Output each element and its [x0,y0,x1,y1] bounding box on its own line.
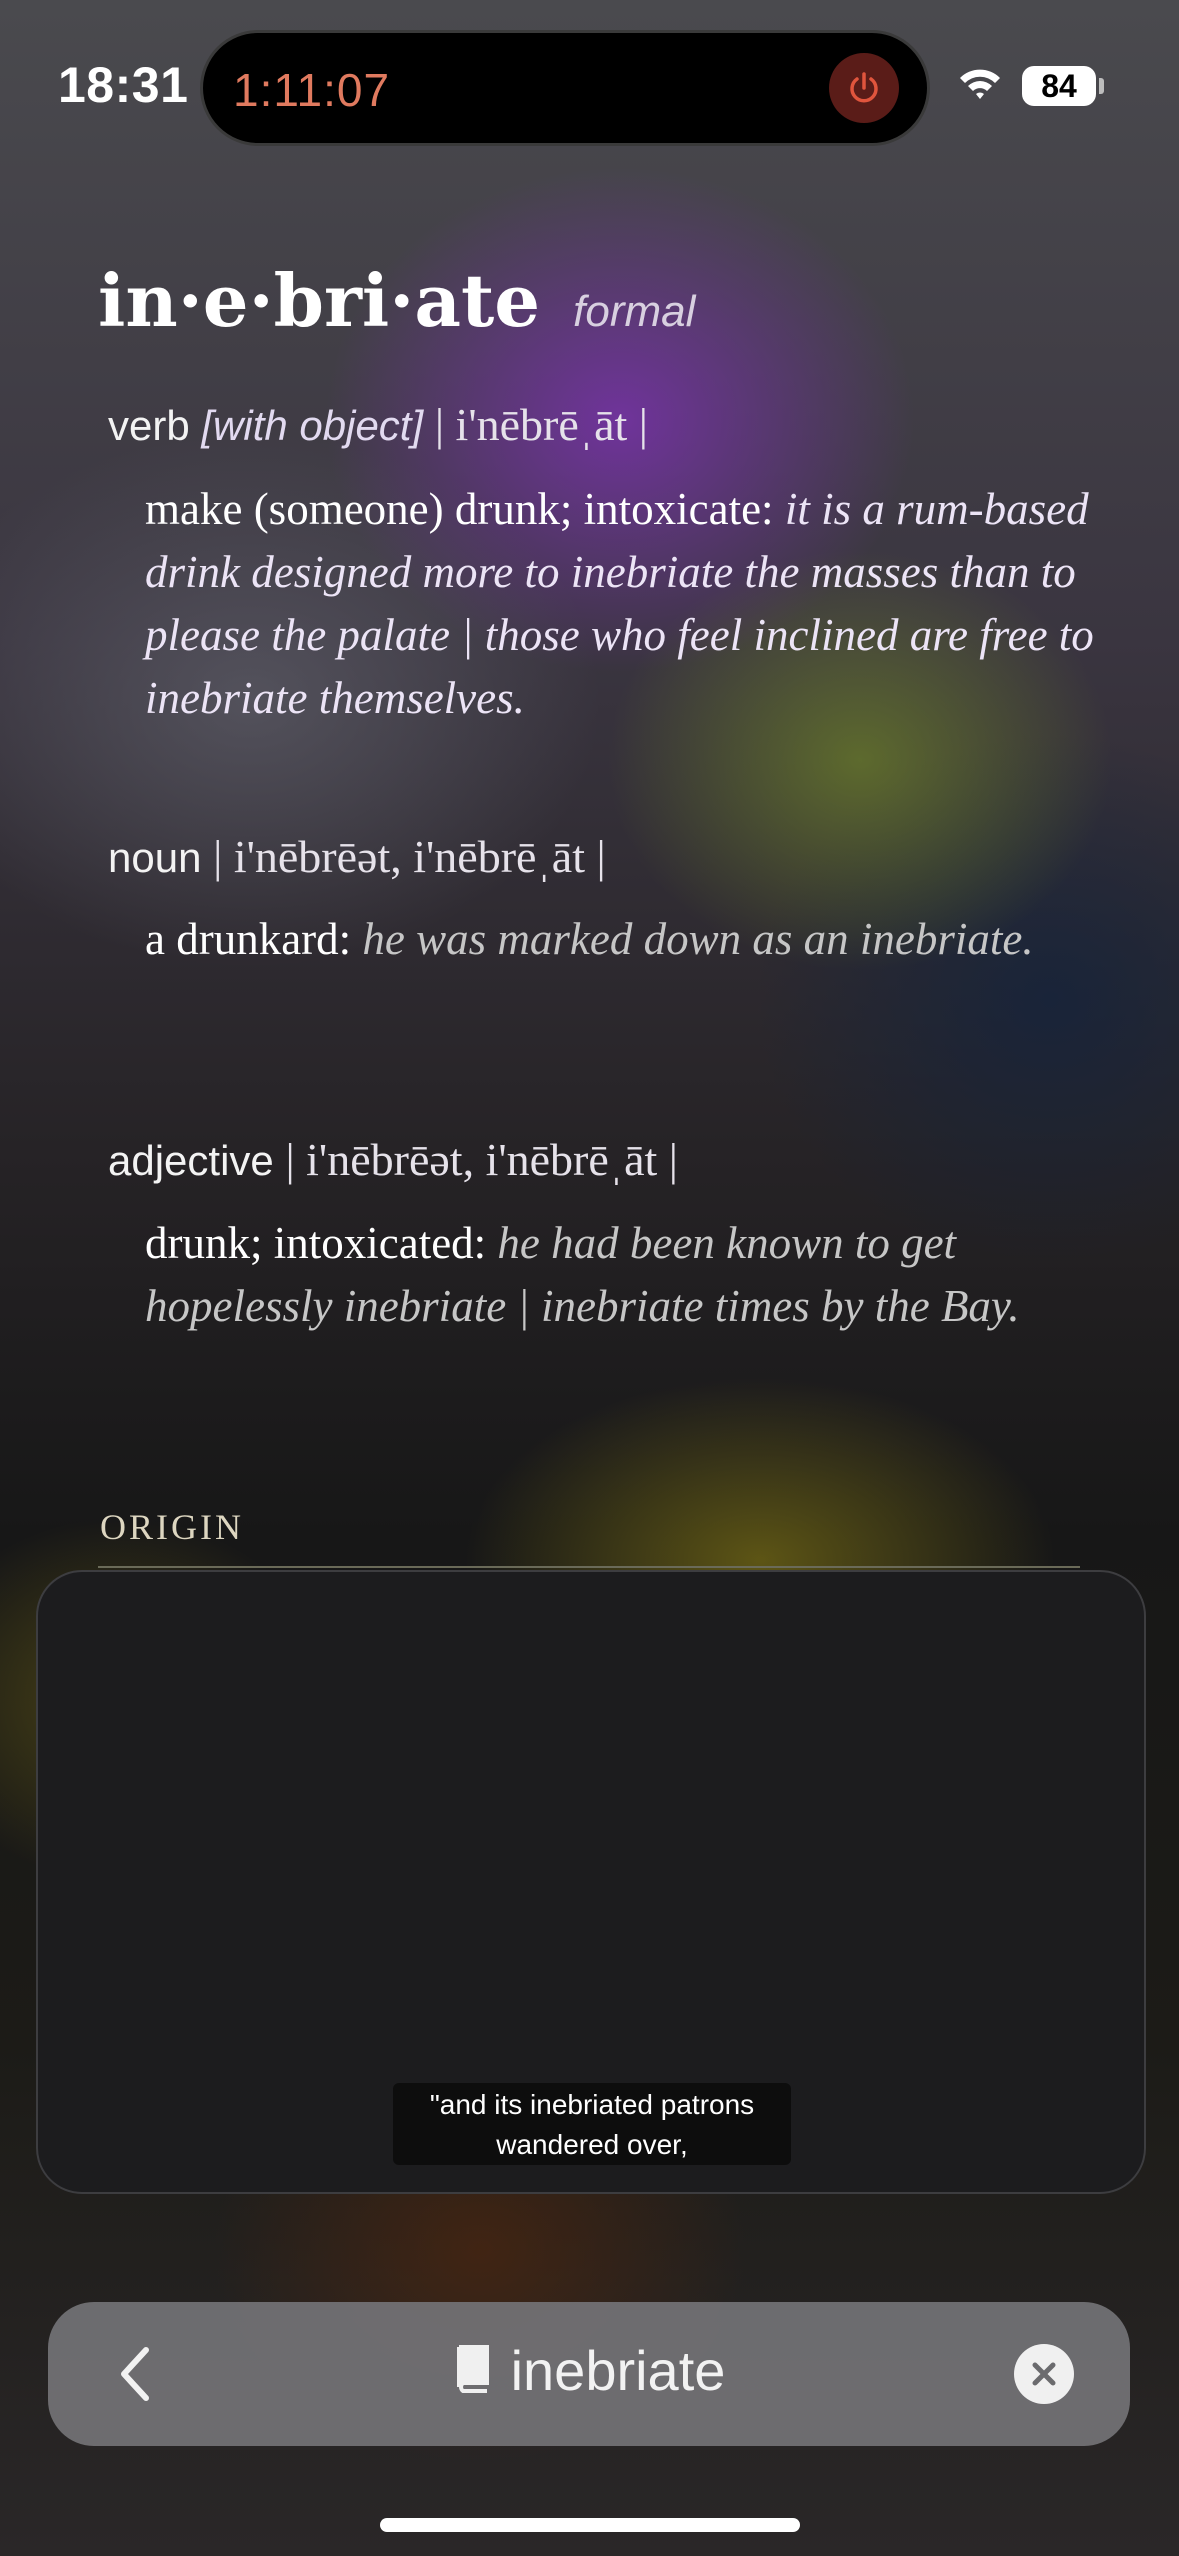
example-text: he was marked down as an inebriate. [362,914,1034,964]
clear-icon[interactable] [1014,2344,1074,2404]
definition-text: drunk; intoxicated: [145,1218,487,1268]
adjective-pos-line: adjective | i'nēbrēət, i'nēbrēˌāt | [108,1133,678,1186]
lookup-search-bar[interactable]: inebriate [48,2302,1130,2446]
book-icon [453,2343,493,2398]
power-icon[interactable] [829,53,899,123]
definition-adjective: drunk; intoxicated: he had been known to… [145,1212,1105,1338]
grammar-note: [with object] [201,402,424,449]
pronunciation: | i'nēbrēət, i'nēbrēˌāt | [285,1134,679,1185]
headword-text: in·e·bri·ate [98,258,541,343]
pos-label: verb [108,402,190,449]
caption-line: "and its inebriated patrons [429,2089,755,2120]
home-indicator[interactable] [380,2518,800,2532]
headword: in·e·bri·ate formal [98,258,695,343]
battery-icon: 84 [1022,66,1096,106]
search-field[interactable]: inebriate [48,2338,1130,2403]
verb-pos-line: verb [with object] | i'nēbrēˌāt | [108,398,648,451]
origin-divider [98,1566,1080,1568]
origin-heading: ORIGIN [100,1507,244,1547]
search-term: inebriate [510,2339,726,2402]
pronunciation: | i'nēbrēət, i'nēbrēˌāt | [213,831,606,882]
register-label: formal [573,287,696,336]
pronunciation: | i'nēbrēˌāt | [434,399,648,450]
caption-line: wandered over, [496,2129,688,2160]
definition-noun: a drunkard: he was marked down as an ine… [145,908,1105,971]
definition-text: make (someone) drunk; intoxicate: [145,484,774,534]
pos-label: adjective [108,1137,274,1184]
battery-cap [1099,78,1104,94]
definition-text: a drunkard: [145,914,352,964]
definition-verb: make (someone) drunk; intoxicate: it is … [145,478,1105,730]
video-caption: "and its inebriated patrons wandered ove… [393,2083,791,2165]
wifi-icon [958,66,1002,107]
island-timer: 1:11:07 [233,64,391,116]
pos-label: noun [108,834,202,881]
noun-pos-line: noun | i'nēbrēət, i'nēbrēˌāt | [108,830,606,883]
status-time: 18:31 [58,57,189,113]
dynamic-island[interactable]: 1:11:07 [200,30,930,146]
